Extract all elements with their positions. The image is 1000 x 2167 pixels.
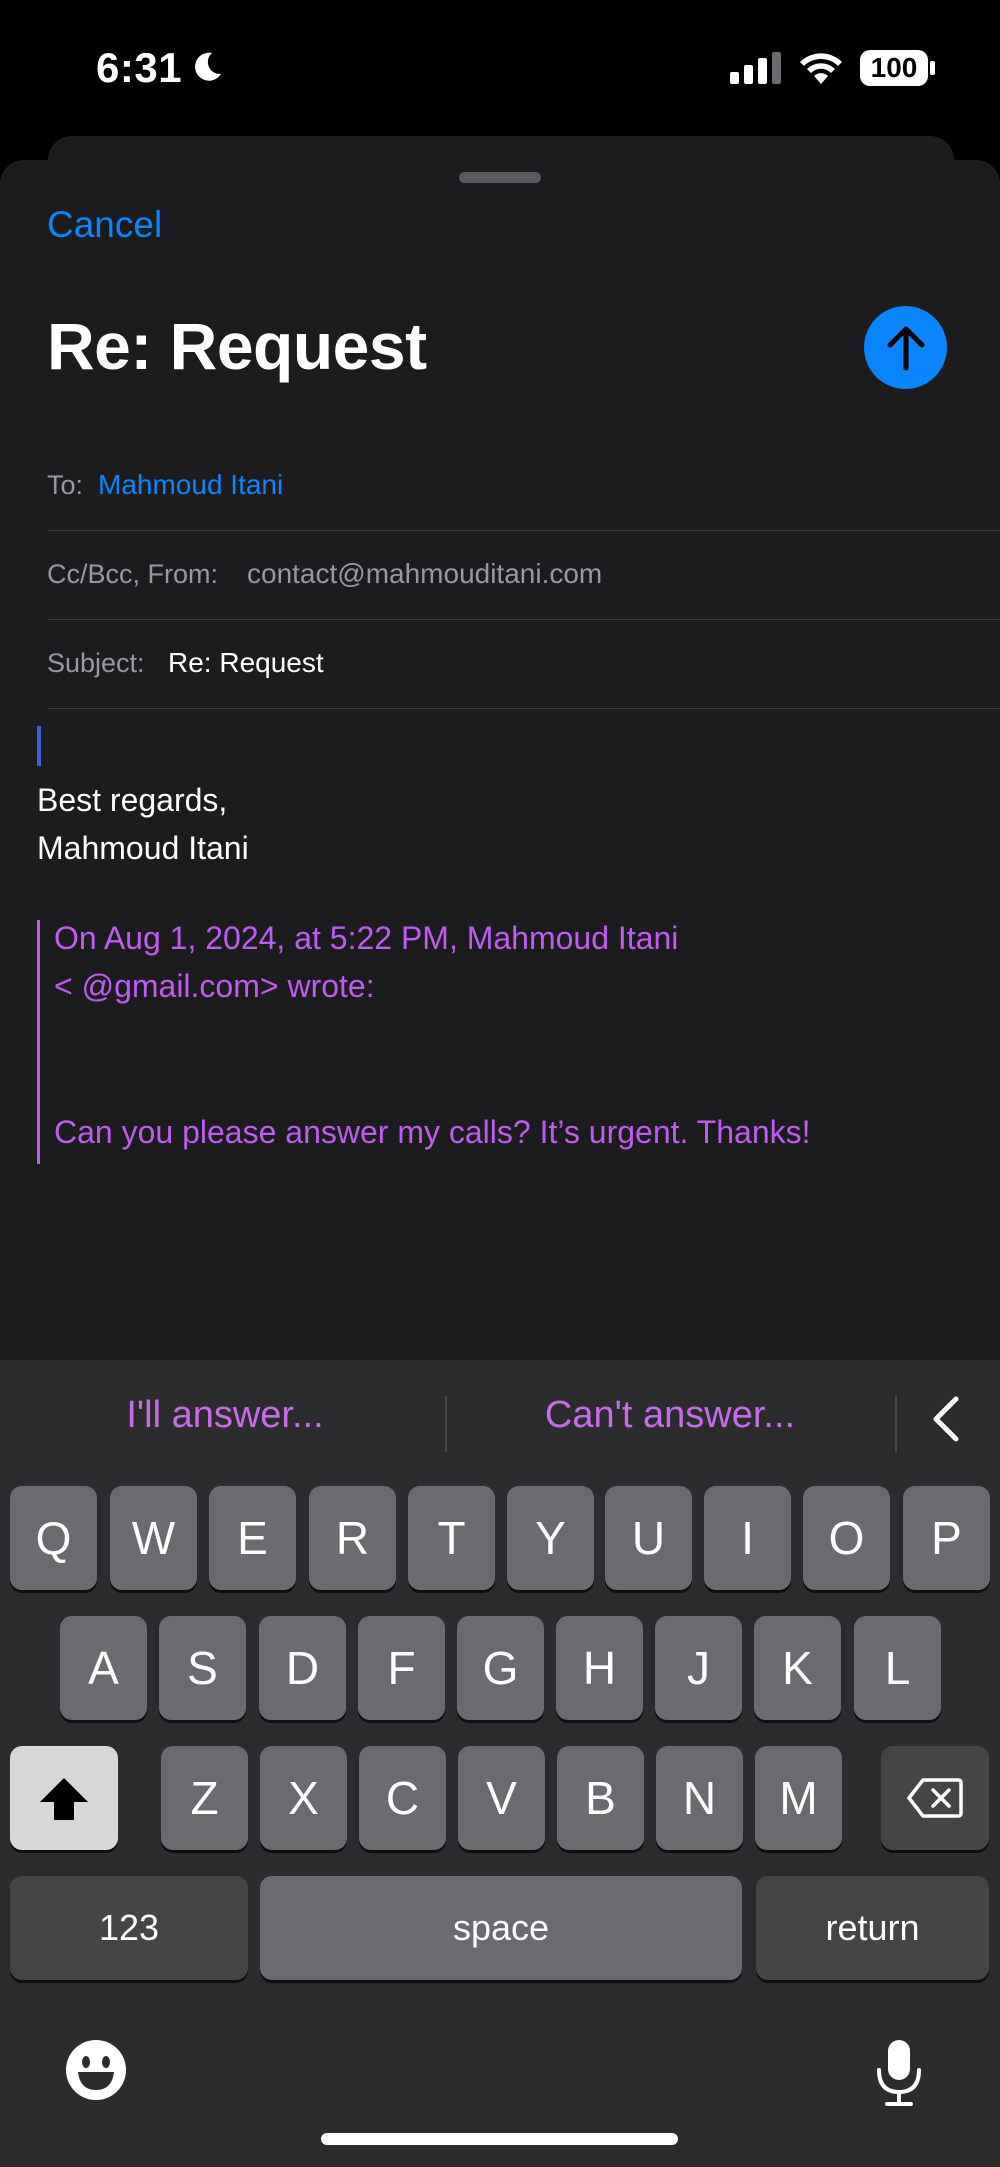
to-recipient[interactable]: Mahmoud Itani <box>98 469 283 501</box>
moon-icon <box>195 52 221 81</box>
emoji-icon[interactable] <box>64 2038 128 2102</box>
quoted-message: On Aug 1, 2024, at 5:22 PM, Mahmoud Itan… <box>37 920 940 1164</box>
key-a[interactable]: A <box>60 1616 147 1720</box>
quote-header-1: On Aug 1, 2024, at 5:22 PM, Mahmoud Itan… <box>54 920 679 956</box>
home-indicator[interactable] <box>321 2133 678 2145</box>
key-x[interactable]: X <box>260 1746 347 1850</box>
compose-sheet: Cancel Re: Request To: Mahmoud Itani Cc/… <box>0 160 1000 1367</box>
suggestion-bar: I'll answer... Can't answer... <box>0 1360 1000 1480</box>
arrow-up-icon <box>887 326 925 371</box>
chevron-left-icon[interactable] <box>922 1394 972 1444</box>
key-t[interactable]: T <box>408 1486 495 1590</box>
cellular-signal-icon <box>730 52 781 84</box>
to-label: To: <box>47 470 84 500</box>
numbers-key[interactable]: 123 <box>10 1876 248 1980</box>
keyboard: I'll answer... Can't answer... Q W E R T… <box>0 1360 1000 2167</box>
ccbcc-from-label: Cc/Bcc, From: <box>47 559 219 589</box>
quote-header-2: < @gmail.com> wrote: <box>54 968 375 1004</box>
subject-input[interactable]: Re: Request <box>168 647 324 679</box>
suggestion-divider <box>445 1396 447 1452</box>
subject-label: Subject: <box>47 648 145 678</box>
key-o[interactable]: O <box>803 1486 890 1590</box>
compose-title: Re: Request <box>47 309 427 383</box>
text-cursor <box>37 726 41 766</box>
ccbcc-from-field[interactable]: Cc/Bcc, From: contact@mahmouditani.com <box>47 531 1000 620</box>
key-y[interactable]: Y <box>507 1486 594 1590</box>
key-g[interactable]: G <box>457 1616 544 1720</box>
signature-line-1: Best regards, <box>37 782 228 818</box>
battery-level: 100 <box>870 52 918 83</box>
space-key[interactable]: space <box>260 1876 742 1980</box>
key-k[interactable]: K <box>754 1616 841 1720</box>
shift-key[interactable] <box>10 1746 118 1850</box>
delete-backward-icon <box>907 1778 963 1818</box>
key-p[interactable]: P <box>903 1486 990 1590</box>
key-j[interactable]: J <box>655 1616 742 1720</box>
key-v[interactable]: V <box>458 1746 545 1850</box>
key-n[interactable]: N <box>656 1746 743 1850</box>
key-s[interactable]: S <box>159 1616 246 1720</box>
key-l[interactable]: L <box>854 1616 941 1720</box>
key-i[interactable]: I <box>704 1486 791 1590</box>
key-d[interactable]: D <box>259 1616 346 1720</box>
sheet-grabber[interactable] <box>459 172 541 183</box>
key-m[interactable]: M <box>755 1746 842 1850</box>
message-body[interactable]: Best regards, Mahmoud Itani <box>37 776 249 872</box>
key-u[interactable]: U <box>605 1486 692 1590</box>
signature-line-2: Mahmoud Itani <box>37 830 249 866</box>
status-bar: 6:31 100 <box>0 0 1000 130</box>
key-f[interactable]: F <box>358 1616 445 1720</box>
status-time: 6:31 <box>96 44 183 91</box>
key-b[interactable]: B <box>557 1746 644 1850</box>
suggestion-cant-answer[interactable]: Can't answer... <box>505 1394 835 1437</box>
return-key[interactable]: return <box>756 1876 989 1980</box>
suggestion-ill-answer[interactable]: I'll answer... <box>60 1394 390 1437</box>
key-c[interactable]: C <box>359 1746 446 1850</box>
key-q[interactable]: Q <box>10 1486 97 1590</box>
microphone-icon[interactable] <box>874 2038 924 2108</box>
key-h[interactable]: H <box>556 1616 643 1720</box>
quote-message: Can you please answer my calls? It’s urg… <box>54 1114 811 1150</box>
shift-icon <box>40 1778 88 1820</box>
send-button[interactable] <box>864 306 947 389</box>
delete-key[interactable] <box>881 1746 989 1850</box>
subject-field[interactable]: Subject: Re: Request <box>47 620 1000 709</box>
wifi-icon <box>800 53 842 84</box>
suggestion-divider <box>895 1396 897 1452</box>
key-z[interactable]: Z <box>161 1746 248 1850</box>
key-w[interactable]: W <box>110 1486 197 1590</box>
to-field[interactable]: To: Mahmoud Itani <box>47 442 1000 531</box>
key-r[interactable]: R <box>309 1486 396 1590</box>
cancel-button[interactable]: Cancel <box>47 204 162 246</box>
from-address[interactable]: contact@mahmouditani.com <box>247 558 602 590</box>
key-e[interactable]: E <box>209 1486 296 1590</box>
